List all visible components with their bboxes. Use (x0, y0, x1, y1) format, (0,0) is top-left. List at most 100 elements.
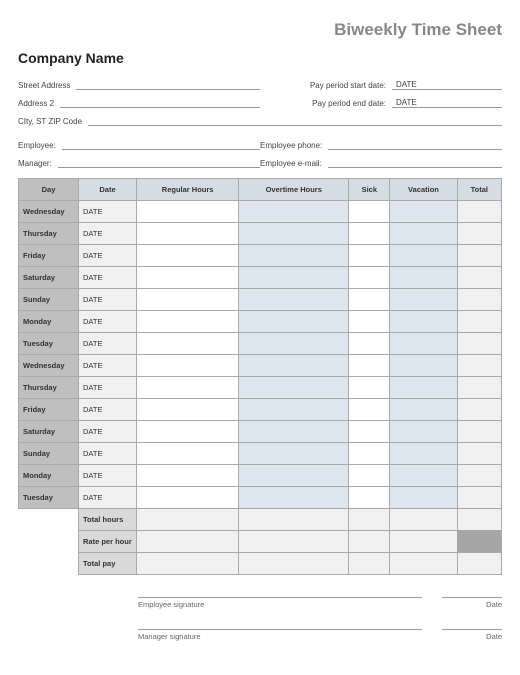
date-cell[interactable]: DATE (79, 399, 137, 421)
total-cell[interactable] (457, 377, 501, 399)
date-cell[interactable]: DATE (79, 355, 137, 377)
vacation-cell[interactable] (390, 223, 457, 245)
sick-cell[interactable] (349, 377, 390, 399)
regular-cell[interactable] (137, 421, 239, 443)
date-cell[interactable]: DATE (79, 267, 137, 289)
vacation-cell[interactable] (390, 267, 457, 289)
rate-overtime[interactable] (239, 531, 349, 553)
total-pay-regular[interactable] (137, 553, 239, 575)
regular-cell[interactable] (137, 245, 239, 267)
overtime-cell[interactable] (239, 311, 349, 333)
vacation-cell[interactable] (390, 443, 457, 465)
date-cell[interactable]: DATE (79, 465, 137, 487)
date-cell[interactable]: DATE (79, 289, 137, 311)
sick-cell[interactable] (349, 311, 390, 333)
rate-sick[interactable] (349, 531, 390, 553)
overtime-cell[interactable] (239, 487, 349, 509)
vacation-cell[interactable] (390, 333, 457, 355)
regular-cell[interactable] (137, 267, 239, 289)
sick-cell[interactable] (349, 465, 390, 487)
total-hours-overtime[interactable] (239, 509, 349, 531)
vacation-cell[interactable] (390, 377, 457, 399)
total-cell[interactable] (457, 201, 501, 223)
employee-input[interactable] (62, 140, 260, 150)
total-hours-regular[interactable] (137, 509, 239, 531)
sick-cell[interactable] (349, 487, 390, 509)
total-cell[interactable] (457, 443, 501, 465)
date-cell[interactable]: DATE (79, 333, 137, 355)
vacation-cell[interactable] (390, 465, 457, 487)
vacation-cell[interactable] (390, 487, 457, 509)
total-cell[interactable] (457, 311, 501, 333)
regular-cell[interactable] (137, 289, 239, 311)
date-cell[interactable]: DATE (79, 245, 137, 267)
vacation-cell[interactable] (390, 399, 457, 421)
total-cell[interactable] (457, 355, 501, 377)
sick-cell[interactable] (349, 223, 390, 245)
employee-signature-date[interactable]: Date (442, 597, 502, 609)
rate-vacation[interactable] (390, 531, 457, 553)
sick-cell[interactable] (349, 443, 390, 465)
vacation-cell[interactable] (390, 245, 457, 267)
sick-cell[interactable] (349, 355, 390, 377)
date-cell[interactable]: DATE (79, 201, 137, 223)
total-pay-total[interactable] (457, 553, 501, 575)
regular-cell[interactable] (137, 355, 239, 377)
sick-cell[interactable] (349, 267, 390, 289)
total-cell[interactable] (457, 267, 501, 289)
sick-cell[interactable] (349, 201, 390, 223)
regular-cell[interactable] (137, 377, 239, 399)
total-pay-vacation[interactable] (390, 553, 457, 575)
sick-cell[interactable] (349, 333, 390, 355)
overtime-cell[interactable] (239, 267, 349, 289)
vacation-cell[interactable] (390, 421, 457, 443)
total-hours-sick[interactable] (349, 509, 390, 531)
citystzip-input[interactable] (88, 116, 502, 126)
date-cell[interactable]: DATE (79, 223, 137, 245)
overtime-cell[interactable] (239, 333, 349, 355)
sick-cell[interactable] (349, 399, 390, 421)
pp-start-value[interactable]: DATE (392, 80, 502, 90)
overtime-cell[interactable] (239, 355, 349, 377)
vacation-cell[interactable] (390, 289, 457, 311)
overtime-cell[interactable] (239, 421, 349, 443)
regular-cell[interactable] (137, 223, 239, 245)
date-cell[interactable]: DATE (79, 421, 137, 443)
sick-cell[interactable] (349, 245, 390, 267)
overtime-cell[interactable] (239, 377, 349, 399)
overtime-cell[interactable] (239, 465, 349, 487)
total-cell[interactable] (457, 333, 501, 355)
total-cell[interactable] (457, 399, 501, 421)
sick-cell[interactable] (349, 289, 390, 311)
overtime-cell[interactable] (239, 443, 349, 465)
total-cell[interactable] (457, 223, 501, 245)
regular-cell[interactable] (137, 399, 239, 421)
total-cell[interactable] (457, 289, 501, 311)
regular-cell[interactable] (137, 311, 239, 333)
date-cell[interactable]: DATE (79, 377, 137, 399)
regular-cell[interactable] (137, 465, 239, 487)
date-cell[interactable]: DATE (79, 311, 137, 333)
manager-input[interactable] (58, 158, 260, 168)
vacation-cell[interactable] (390, 311, 457, 333)
emp-email-input[interactable] (328, 158, 502, 168)
overtime-cell[interactable] (239, 201, 349, 223)
street-input[interactable] (76, 80, 260, 90)
total-pay-overtime[interactable] (239, 553, 349, 575)
vacation-cell[interactable] (390, 201, 457, 223)
overtime-cell[interactable] (239, 245, 349, 267)
total-hours-vacation[interactable] (390, 509, 457, 531)
regular-cell[interactable] (137, 487, 239, 509)
address2-input[interactable] (60, 98, 260, 108)
total-cell[interactable] (457, 487, 501, 509)
manager-signature-date[interactable]: Date (442, 629, 502, 641)
emp-phone-input[interactable] (328, 140, 502, 150)
manager-signature-line[interactable]: Manager signature (138, 629, 422, 641)
rate-regular[interactable] (137, 531, 239, 553)
total-pay-sick[interactable] (349, 553, 390, 575)
date-cell[interactable]: DATE (79, 443, 137, 465)
vacation-cell[interactable] (390, 355, 457, 377)
regular-cell[interactable] (137, 443, 239, 465)
sick-cell[interactable] (349, 421, 390, 443)
regular-cell[interactable] (137, 201, 239, 223)
